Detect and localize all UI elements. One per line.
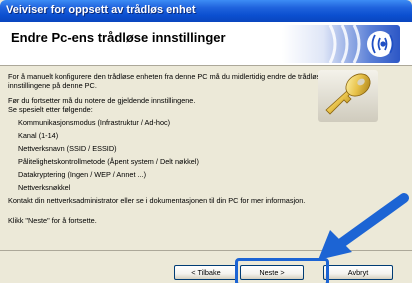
intro-text-line2: innstillingene på denne PC. bbox=[8, 81, 97, 90]
note-text-line2: Se spesielt etter følgende: bbox=[8, 105, 93, 114]
setting-item: Datakryptering (Ingen / WEP / Annet ...) bbox=[18, 170, 147, 179]
wireless-banner-icon bbox=[282, 25, 400, 63]
pointer-arrow-icon bbox=[318, 193, 409, 260]
wizard-window: Veiviser for oppsett av trådløs enhet En… bbox=[0, 0, 412, 283]
setting-item: Kanal (1-14) bbox=[18, 131, 59, 140]
key-icon bbox=[318, 70, 378, 122]
wizard-header: Endre Pc-ens trådløse innstillinger bbox=[0, 22, 412, 66]
title-bar[interactable]: Veiviser for oppsett av trådløs enhet bbox=[0, 0, 412, 22]
setting-item: Kommunikasjonsmodus (Infrastruktur / Ad-… bbox=[18, 118, 171, 127]
intro-text-line1: For å manuelt konfigurere den trådløse e… bbox=[8, 72, 325, 81]
setting-item: Nettverksnavn (SSID / ESSID) bbox=[18, 144, 117, 153]
setting-item: Pålitelighetskontrollmetode (Åpent syste… bbox=[18, 157, 199, 166]
note-text-line1: Før du fortsetter må du notere de gjelde… bbox=[8, 96, 196, 105]
setting-item: Nettverksnøkkel bbox=[18, 183, 71, 192]
back-button[interactable]: < Tilbake bbox=[174, 265, 238, 280]
window-title: Veiviser for oppsett av trådløs enhet bbox=[6, 4, 196, 16]
contact-text: Kontakt din nettverksadministrator eller… bbox=[8, 196, 306, 205]
page-title: Endre Pc-ens trådløse innstillinger bbox=[11, 30, 226, 45]
next-hint-text: Klikk "Neste" for å fortsette. bbox=[8, 216, 97, 225]
